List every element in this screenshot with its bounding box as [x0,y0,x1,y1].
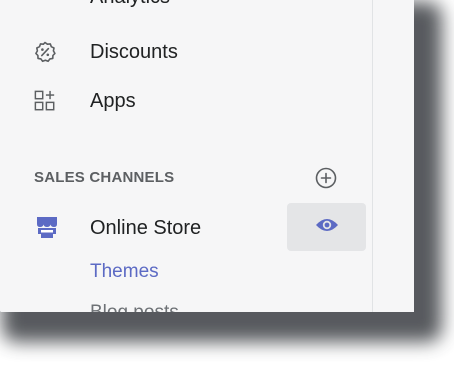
add-sales-channel-button[interactable] [313,167,339,193]
admin-window: Analytics Discounts [0,0,414,312]
online-store-icon [34,215,60,241]
plus-circle-icon [314,166,338,195]
sidebar-subitem-blog-posts[interactable]: Blog posts [90,302,179,312]
sidebar-subitem-themes[interactable]: Themes [90,261,159,283]
sidebar-item-label: Analytics [90,0,170,9]
sidebar-item-discounts[interactable]: Discounts [0,31,372,73]
sidebar-item-label: Online Store [90,216,202,239]
apps-icon [34,90,56,112]
sidebar-navigation: Analytics Discounts [0,0,373,312]
sales-channels-heading: SALES CHANNELS [34,169,175,186]
view-online-store-button[interactable] [287,203,366,251]
sidebar-item-label: Discounts [90,40,178,63]
sidebar-item-analytics[interactable]: Analytics [0,0,372,28]
discount-icon [34,41,56,63]
screenshot-stage: Analytics Discounts [0,0,454,368]
sidebar-item-label: Apps [90,89,136,112]
main-content-edge [373,0,414,312]
eye-icon [315,217,339,238]
sidebar-item-apps[interactable]: Apps [0,80,372,122]
